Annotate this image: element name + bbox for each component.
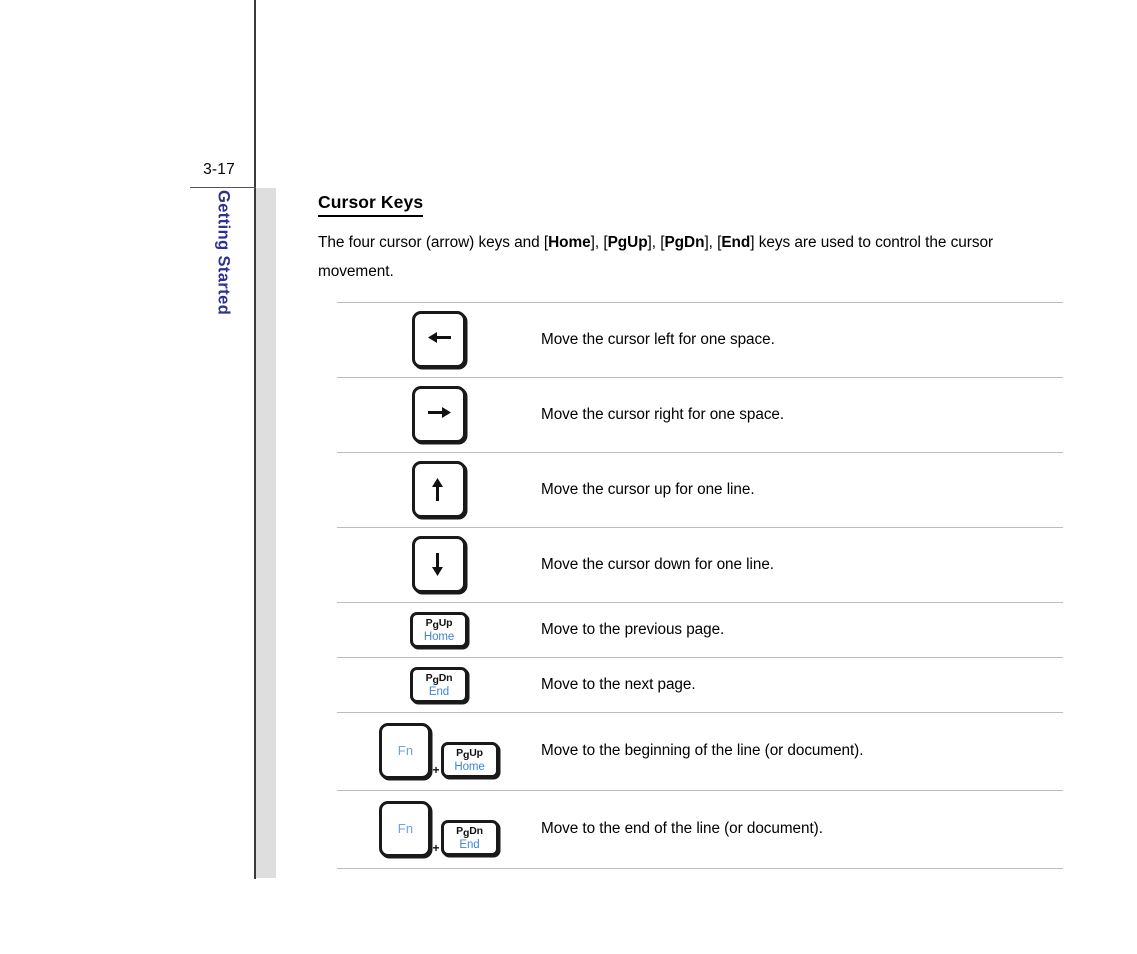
cursor-keys-table: Move the cursor left for one space. Move …: [337, 302, 1063, 869]
fn-key-label: Fn: [397, 743, 414, 759]
keycap-subscript-g: g: [432, 673, 439, 686]
keycap-primary-label: PgUp: [456, 747, 483, 762]
arrow-up-icon: [425, 477, 454, 501]
arrow-right-key[interactable]: [412, 386, 466, 444]
chapter-tab-label-text: Getting Started: [214, 190, 233, 316]
fn-plus-pgup-home-key[interactable]: Fn + PgUp Home: [379, 723, 499, 780]
key-graphic-cell: [337, 527, 541, 602]
keycap-secondary-label: Home: [454, 761, 485, 774]
plus-separator: +: [432, 841, 440, 856]
key-description-cell: Move to the next page.: [541, 675, 696, 693]
key-graphic-wrapper: Fn + PgUp Home: [379, 723, 499, 780]
fn-key[interactable]: Fn: [379, 723, 432, 780]
key-description-cell: Move the cursor up for one line.: [541, 480, 755, 498]
keycap-primary-label: PgDn: [456, 825, 483, 840]
table-row: Move the cursor right for one space.: [337, 377, 1063, 452]
key-graphic-wrapper: Fn + PgDn End: [379, 801, 499, 858]
key-description-cell: Move to the end of the line (or document…: [541, 820, 823, 838]
key-description-cell: Move the cursor left for one space.: [541, 330, 775, 348]
key-graphic-wrapper: PgUp Home: [410, 611, 468, 648]
intro-key-end: End: [721, 233, 751, 251]
section-intro: The four cursor (arrow) keys and [Home],…: [318, 228, 1030, 286]
intro-key-home: Home: [548, 233, 591, 251]
keycap-subscript-g: g: [462, 827, 470, 840]
content-column: Cursor Keys The four cursor (arrow) keys…: [318, 192, 1063, 869]
key-graphic-cell: [337, 377, 541, 452]
cursor-keys-table-body: Move the cursor left for one space. Move …: [337, 302, 1063, 869]
arrow-left-key[interactable]: [412, 311, 466, 369]
intro-key-pgdn: PgDn: [664, 233, 705, 251]
table-row: Fn + PgDn End Move to the end of the line (o…: [337, 790, 1063, 869]
keycap-secondary-label: End: [459, 839, 480, 852]
key-graphic-cell: PgUp Home: [337, 602, 541, 657]
chapter-tab-label: Getting Started: [206, 190, 240, 420]
arrow-down-key[interactable]: [412, 536, 466, 594]
key-graphic-cell: [337, 452, 541, 527]
intro-key-pgup: PgUp: [607, 233, 648, 251]
intro-text-3: ], [: [647, 233, 665, 251]
intro-text-2: ], [: [590, 233, 608, 251]
arrow-down-icon: [425, 552, 454, 576]
pgdn-end-key[interactable]: PgDn End: [410, 666, 468, 703]
table-row: Fn + PgUp Home Move to the beginning of the …: [337, 712, 1063, 790]
chapter-tab-bar: [256, 188, 276, 878]
keycap-primary-label: PgDn: [425, 671, 453, 686]
key-graphic-cell: [337, 302, 541, 377]
key-description-cell: Move to the previous page.: [541, 620, 725, 638]
pgup-home-key[interactable]: PgUp Home: [410, 611, 468, 648]
keycap-secondary-label: Home: [423, 630, 455, 643]
keycap-secondary-label: End: [428, 685, 450, 698]
keycap-primary-label: PgUp: [425, 616, 453, 631]
key-description-cell: Move the cursor down for one line.: [541, 555, 774, 573]
key-description-cell: Move to the beginning of the line (or do…: [541, 742, 864, 760]
table-row: PgDn End Move to the next page.: [337, 657, 1063, 712]
plus-separator: +: [432, 763, 440, 778]
keycap-subscript-g: g: [462, 749, 470, 762]
intro-text-4: ], [: [704, 233, 722, 251]
key-graphic-wrapper: [412, 311, 466, 369]
fn-plus-pgdn-end-key-cap[interactable]: PgDn End: [440, 820, 499, 857]
fn-plus-pgdn-end-key[interactable]: Fn + PgDn End: [379, 801, 499, 858]
key-graphic-cell: PgDn End: [337, 657, 541, 712]
intro-text-1: The four cursor (arrow) keys and [: [318, 233, 549, 251]
page-number-underline: [190, 187, 256, 188]
pgdn-end-key-cap[interactable]: PgDn End: [410, 666, 468, 703]
table-row: Move the cursor up for one line.: [337, 452, 1063, 527]
key-graphic-wrapper: PgDn End: [410, 666, 468, 703]
key-description-cell: Move the cursor right for one space.: [541, 405, 785, 423]
key-graphic-cell: Fn + PgDn End: [337, 790, 541, 868]
arrow-left-icon: [425, 330, 454, 347]
key-graphic-wrapper: [412, 461, 466, 519]
pgup-home-key-cap[interactable]: PgUp Home: [410, 611, 468, 648]
table-row: Move the cursor left for one space.: [337, 302, 1063, 377]
key-graphic-wrapper: [412, 386, 466, 444]
page-number: 3-17: [203, 161, 235, 178]
fn-plus-pgup-home-key-cap[interactable]: PgUp Home: [440, 742, 499, 779]
fn-key-label: Fn: [397, 821, 414, 837]
table-row: PgUp Home Move to the previous page.: [337, 602, 1063, 657]
fn-key[interactable]: Fn: [379, 801, 432, 858]
key-graphic-wrapper: [412, 536, 466, 594]
key-graphic-cell: Fn + PgUp Home: [337, 712, 541, 790]
arrow-right-icon: [425, 405, 454, 422]
arrow-up-key[interactable]: [412, 461, 466, 519]
section-title: Cursor Keys: [318, 192, 424, 217]
table-row: Move the cursor down for one line.: [337, 527, 1063, 602]
keycap-subscript-g: g: [432, 618, 439, 631]
